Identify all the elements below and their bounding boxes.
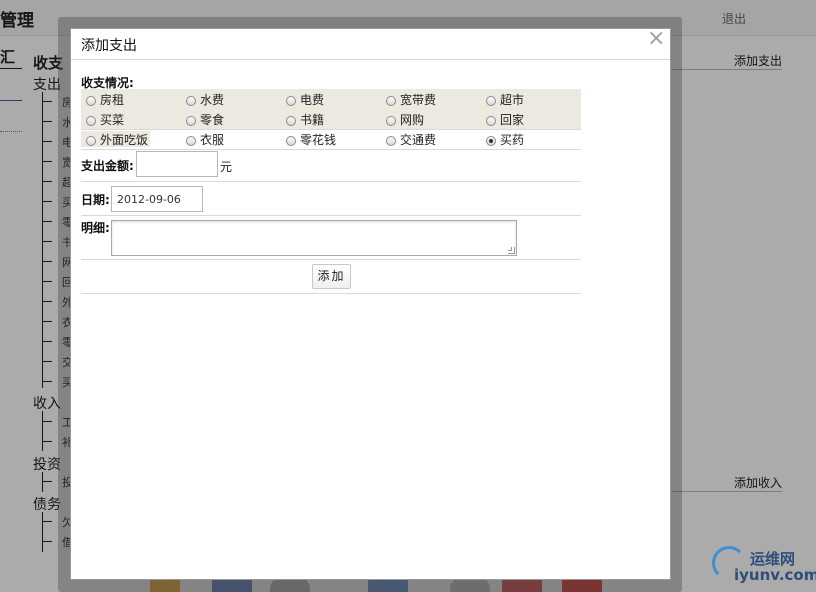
category-option-label: 回家 — [500, 112, 525, 127]
category-option[interactable]: 房租 — [86, 91, 124, 107]
resize-grip-icon[interactable] — [508, 247, 515, 254]
radio-icon-selected[interactable] — [486, 136, 496, 146]
detail-textarea[interactable] — [111, 220, 517, 256]
category-option-label: 书籍 — [300, 112, 325, 127]
radio-icon[interactable] — [186, 96, 196, 106]
radio-icon[interactable] — [386, 136, 396, 146]
category-option[interactable]: 零花钱 — [286, 131, 336, 147]
radio-icon[interactable] — [86, 136, 96, 146]
dialog-body: 添加支出 × 收支情况: 房租 水费 电费 宽带费 超市 买菜 零食 书籍 网购… — [70, 28, 671, 580]
radio-icon[interactable] — [386, 96, 396, 106]
category-option[interactable]: 宽带费 — [386, 91, 436, 107]
category-option[interactable]: 衣服 — [186, 131, 224, 147]
amount-label: 支出金额: — [81, 159, 134, 173]
category-option-label: 零食 — [200, 112, 225, 127]
radio-icon[interactable] — [486, 96, 496, 106]
category-option-label: 交通费 — [400, 132, 437, 147]
category-option[interactable]: 网购 — [386, 111, 424, 127]
category-option[interactable]: 水费 — [186, 91, 224, 107]
field-divider — [81, 181, 581, 182]
field-divider — [81, 293, 581, 294]
amount-input[interactable] — [136, 151, 218, 177]
detail-label: 明细: — [81, 221, 110, 235]
category-row: 房租 水费 电费 宽带费 超市 — [81, 89, 581, 110]
add-button[interactable]: 添加 — [312, 264, 351, 289]
amount-unit: 元 — [220, 160, 233, 174]
category-option[interactable]: 交通费 — [386, 131, 436, 147]
category-option-label: 衣服 — [200, 132, 225, 147]
add-expense-dialog: 添加支出 × 收支情况: 房租 水费 电费 宽带费 超市 买菜 零食 书籍 网购… — [58, 17, 682, 592]
row-divider — [81, 149, 581, 150]
category-option[interactable]: 零食 — [186, 111, 224, 127]
category-row: 买菜 零食 书籍 网购 回家 — [81, 109, 581, 130]
date-input[interactable] — [111, 186, 203, 212]
category-option-label: 水费 — [200, 92, 225, 107]
category-row: 外面吃饭 衣服 零花钱 交通费 买药 — [81, 129, 581, 150]
category-option-label: 房租 — [100, 92, 125, 107]
category-option-label: 超市 — [500, 92, 525, 107]
category-option-label: 零花钱 — [300, 132, 337, 147]
radio-icon[interactable] — [86, 96, 96, 106]
category-option-label: 宽带费 — [400, 92, 437, 107]
category-option[interactable]: 外面吃饭 — [81, 131, 151, 147]
radio-icon[interactable] — [286, 116, 296, 126]
category-option[interactable]: 买药 — [486, 131, 524, 147]
category-option-label: 电费 — [300, 92, 325, 107]
close-icon[interactable]: × — [647, 28, 665, 50]
watermark-text-bottom: iyunv.com — [734, 566, 816, 584]
category-option[interactable]: 书籍 — [286, 111, 324, 127]
field-divider — [81, 215, 581, 216]
radio-icon[interactable] — [186, 116, 196, 126]
radio-icon[interactable] — [286, 96, 296, 106]
radio-icon[interactable] — [186, 136, 196, 146]
category-option-label: 买菜 — [100, 112, 125, 127]
radio-icon[interactable] — [86, 116, 96, 126]
date-label: 日期: — [81, 193, 110, 207]
category-option-label: 网购 — [400, 112, 425, 127]
radio-icon[interactable] — [486, 116, 496, 126]
radio-icon[interactable] — [386, 116, 396, 126]
category-option[interactable]: 回家 — [486, 111, 524, 127]
category-option-label: 外面吃饭 — [100, 132, 149, 147]
category-option[interactable]: 超市 — [486, 91, 524, 107]
title-divider — [71, 59, 670, 60]
radio-icon[interactable] — [286, 136, 296, 146]
category-option[interactable]: 买菜 — [86, 111, 124, 127]
category-option-label: 买药 — [500, 132, 525, 147]
site-watermark: 运维网 iyunv.com — [712, 544, 816, 588]
field-divider — [81, 259, 581, 260]
dialog-title: 添加支出 — [81, 38, 137, 54]
category-option[interactable]: 电费 — [286, 91, 324, 107]
